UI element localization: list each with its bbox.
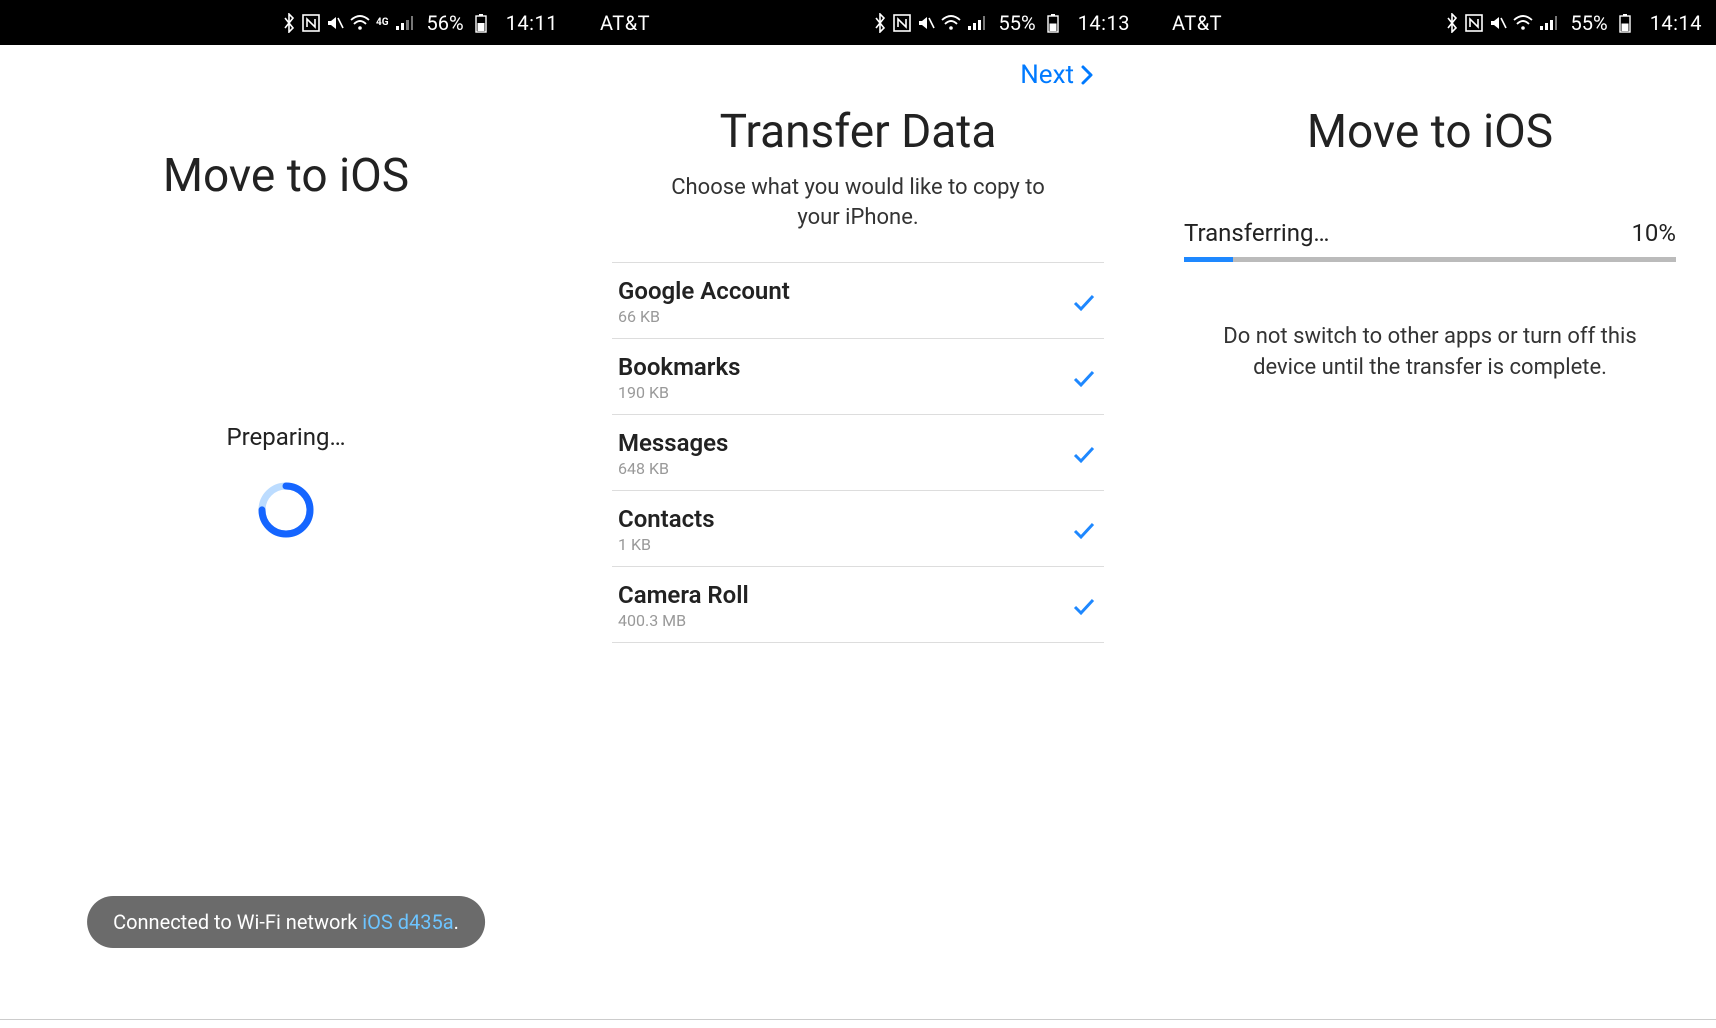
preparing-label: Preparing… — [226, 423, 345, 451]
wifi-icon — [1513, 15, 1533, 31]
page-title: Move to iOS — [163, 149, 409, 203]
check-icon — [1070, 440, 1098, 468]
mute-icon — [326, 14, 344, 32]
bluetooth-icon — [873, 13, 887, 33]
divider — [572, 1019, 1144, 1020]
transfer-label: Transferring… — [1184, 219, 1329, 247]
list-item[interactable]: Google Account 66 KB — [612, 262, 1104, 338]
list-item[interactable]: Contacts 1 KB — [612, 490, 1104, 566]
transfer-list: Google Account 66 KB Bookmarks 190 KB Messag… — [612, 262, 1104, 643]
battery-percent: 55% — [999, 11, 1036, 35]
lte-icon: 4G — [376, 17, 389, 28]
list-item[interactable]: Messages 648 KB — [612, 414, 1104, 490]
cell-signal-icon — [1539, 15, 1557, 31]
spinner-icon — [257, 481, 315, 539]
toast-prefix: Connected to Wi-Fi network — [113, 910, 362, 934]
battery-percent: 56% — [427, 11, 464, 35]
list-item[interactable]: Bookmarks 190 KB — [612, 338, 1104, 414]
status-icons: 4G — [282, 13, 413, 33]
status-icons — [873, 13, 985, 33]
transfer-warning: Do not switch to other apps or turn off … — [1210, 322, 1650, 384]
progress-fill — [1184, 257, 1233, 262]
list-item-size: 1 KB — [618, 535, 715, 554]
wifi-icon — [941, 15, 961, 31]
mute-icon — [1489, 14, 1507, 32]
list-item-size: 66 KB — [618, 307, 790, 326]
clock: 14:14 — [1650, 11, 1702, 35]
battery-icon — [1618, 13, 1632, 33]
status-bar: AT&T 55% 14:14 — [1144, 0, 1716, 45]
screen-preparing: 4G 56% 14:11 Move to iOS Preparing… Con — [0, 0, 572, 1028]
clock: 14:13 — [1078, 11, 1130, 35]
cell-signal-icon — [967, 15, 985, 31]
list-item-size: 648 KB — [618, 459, 728, 478]
nfc-icon — [302, 14, 320, 32]
check-icon — [1070, 516, 1098, 544]
check-icon — [1070, 592, 1098, 620]
nfc-icon — [1465, 14, 1483, 32]
divider — [0, 1019, 572, 1020]
status-icons — [1445, 13, 1557, 33]
wifi-icon — [350, 15, 370, 31]
list-item-title: Google Account — [618, 277, 790, 305]
nfc-icon — [893, 14, 911, 32]
list-item-size: 190 KB — [618, 383, 740, 402]
mute-icon — [917, 14, 935, 32]
check-icon — [1070, 288, 1098, 316]
page-subtitle: Choose what you would like to copy to yo… — [648, 173, 1068, 232]
progress-bar — [1184, 257, 1676, 262]
transfer-percent: 10% — [1631, 219, 1676, 247]
cell-signal-icon — [395, 15, 413, 31]
carrier-label: AT&T — [600, 11, 650, 35]
list-item-title: Bookmarks — [618, 353, 740, 381]
next-button[interactable]: Next — [1020, 60, 1094, 90]
battery-percent: 55% — [1571, 11, 1608, 35]
list-item[interactable]: Camera Roll 400.3 MB — [612, 566, 1104, 643]
wifi-toast: Connected to Wi-Fi network iOS d435a. — [87, 896, 485, 948]
list-item-title: Contacts — [618, 505, 715, 533]
page-title: Transfer Data — [720, 105, 997, 159]
list-item-title: Messages — [618, 429, 728, 457]
bluetooth-icon — [1445, 13, 1459, 33]
divider — [1144, 1019, 1716, 1020]
chevron-right-icon — [1080, 64, 1094, 86]
status-bar: AT&T 55% 14:13 — [572, 0, 1144, 45]
toast-suffix: . — [454, 910, 459, 934]
carrier-label: AT&T — [1172, 11, 1222, 35]
bluetooth-icon — [282, 13, 296, 33]
check-icon — [1070, 364, 1098, 392]
list-item-size: 400.3 MB — [618, 611, 749, 630]
toast-network: iOS d435a — [362, 910, 453, 934]
screen-transfer-data: AT&T 55% 14:13 Next Transfer Data Choose… — [572, 0, 1144, 1028]
battery-icon — [1046, 13, 1060, 33]
next-label: Next — [1020, 60, 1074, 90]
list-item-title: Camera Roll — [618, 581, 749, 609]
page-title: Move to iOS — [1307, 105, 1553, 159]
screen-transferring: AT&T 55% 14:14 Move to iOS Transferring…… — [1144, 0, 1716, 1028]
battery-icon — [474, 13, 488, 33]
clock: 14:11 — [506, 11, 558, 35]
status-bar: 4G 56% 14:11 — [0, 0, 572, 45]
